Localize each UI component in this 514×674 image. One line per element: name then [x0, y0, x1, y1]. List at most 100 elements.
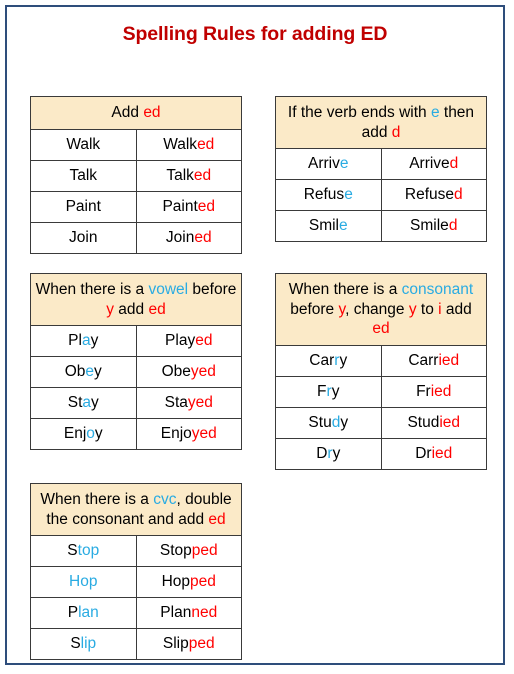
past-tense-segment: ed	[195, 332, 213, 350]
base-verb-segment: y	[94, 425, 103, 443]
table-row: Plan Planned	[30, 597, 242, 630]
base-verb-segment: Arriv	[308, 155, 340, 173]
table-header-row: Add ed	[30, 96, 242, 130]
past-tense-cell: Slipped	[135, 628, 242, 661]
base-verb-cell: Dry	[275, 437, 382, 470]
base-verb-segment: o	[86, 425, 95, 443]
base-verb-segment: e	[339, 217, 348, 235]
base-verb-segment: Car	[309, 351, 335, 369]
past-tense-segment: ped	[190, 573, 216, 591]
base-verb-segment: y	[94, 363, 102, 381]
past-tense-segment: Stud	[407, 413, 440, 431]
rule-header-text: Add ed	[30, 96, 242, 130]
rule-header-segment: ed	[143, 104, 161, 122]
base-verb-cell: Smile	[275, 210, 382, 243]
base-verb-segment: S	[70, 635, 81, 653]
rule-header-segment: cvc	[153, 491, 177, 509]
base-verb-segment: y	[339, 351, 348, 369]
past-tense-segment: Slip	[162, 635, 189, 653]
base-verb-segment: Paint	[65, 198, 101, 216]
base-verb-cell: Refuse	[275, 179, 382, 212]
past-tense-cell: Walked	[135, 128, 242, 161]
rule-table-add-ed: Add ed Walk Walked Talk Talked Paint Painted Jo…	[30, 96, 242, 254]
past-tense-segment: Carr	[408, 351, 439, 369]
table-row: Study Studied	[275, 406, 487, 439]
past-tense-segment: ped	[188, 635, 215, 653]
base-verb-cell: Paint	[30, 190, 137, 223]
rule-header-segment: add	[441, 300, 472, 318]
past-tense-segment: ied	[438, 351, 460, 369]
past-tense-segment: Hop	[161, 573, 191, 591]
past-tense-cell: Fried	[380, 375, 487, 408]
past-tense-cell: Carried	[380, 344, 487, 377]
base-verb-segment: lan	[78, 604, 99, 622]
rule-header-segment: y	[408, 300, 417, 318]
past-tense-segment: ed	[193, 167, 212, 185]
base-verb-segment: e	[85, 363, 95, 381]
base-verb-segment: Ob	[64, 363, 86, 381]
base-verb-segment: Walk	[66, 136, 101, 154]
rule-header-text: If the verb ends with e then add d	[275, 96, 487, 150]
past-tense-segment: ied	[439, 413, 461, 431]
past-tense-segment: Fr	[416, 382, 431, 400]
base-verb-segment: F	[317, 382, 327, 400]
past-tense-cell: Played	[135, 325, 242, 358]
rule-header-segment: before	[290, 300, 339, 318]
table-header-row: When there is a vowel before y add ed	[30, 273, 242, 327]
base-verb-segment: Refus	[303, 186, 345, 204]
table-row: Hop Hopped	[30, 566, 242, 599]
past-tense-cell: Smiled	[380, 210, 487, 243]
table-row: Smile Smiled	[275, 210, 487, 243]
base-verb-cell: Stay	[30, 387, 137, 420]
table-header-row: If the verb ends with e then add d	[275, 96, 487, 150]
table-row: Paint Painted	[30, 190, 242, 223]
base-verb-segment: Enj	[63, 425, 87, 443]
rule-header-segment: d	[391, 123, 401, 141]
rule-header-segment: When there is a	[40, 491, 154, 509]
base-verb-cell: Talk	[30, 159, 137, 192]
table-row: Arrive Arrived	[275, 148, 487, 181]
rule-header-segment: ed	[148, 300, 166, 318]
base-verb-segment: lip	[80, 635, 97, 653]
table-row: Carr y Carried	[275, 344, 487, 377]
base-verb-segment: Hop	[69, 573, 98, 591]
past-tense-segment: Smile	[410, 217, 449, 235]
past-tense-cell: Dried	[380, 437, 487, 470]
table-row: Stay Stayed	[30, 387, 242, 420]
table-row: Dry Dried	[275, 437, 487, 470]
past-tense-cell: Painted	[135, 190, 242, 223]
rule-header-segment: to	[416, 300, 439, 318]
rule-header-segment: e	[430, 104, 440, 122]
rule-header-segment: vowel	[148, 281, 189, 299]
base-verb-cell: Walk	[30, 128, 137, 161]
rule-table-vowel-before-y: When there is a vowel before y add ed Pla…	[30, 273, 242, 451]
rule-header-text: When there is a vowel before y add ed	[30, 273, 242, 327]
past-tense-segment: d	[454, 186, 463, 204]
past-tense-segment: ed	[197, 136, 215, 154]
rule-header-segment: , change	[345, 300, 409, 318]
past-tense-cell: Joined	[135, 221, 242, 254]
rule-header-segment: ed	[372, 320, 390, 338]
base-verb-segment: y	[332, 444, 341, 462]
table-row: Obey Obeyed	[30, 356, 242, 389]
base-verb-segment: top	[77, 542, 100, 560]
past-tense-segment: yed	[190, 363, 216, 381]
past-tense-cell: Refused	[380, 179, 487, 212]
past-tense-segment: ped	[191, 542, 218, 560]
base-verb-segment: a	[81, 332, 91, 350]
table-header-row: When there is a consonant before y, chan…	[275, 273, 487, 346]
table-header-row: When there is a cvc, double the consonan…	[30, 483, 242, 537]
past-tense-segment: Obe	[161, 363, 191, 381]
past-tense-segment: ed	[194, 229, 212, 247]
table-row: Walk Walked	[30, 128, 242, 161]
base-verb-cell: Enjoy	[30, 418, 137, 451]
past-tense-segment: Refuse	[404, 186, 454, 204]
past-tense-cell: Hopped	[135, 566, 242, 599]
base-verb-segment: Talk	[69, 167, 98, 185]
rule-table-cvc-double-consonant: When there is a cvc, double the consonan…	[30, 483, 242, 661]
past-tense-segment: yed	[191, 425, 217, 443]
past-tense-cell: Arrived	[380, 148, 487, 181]
past-tense-segment: Arrive	[409, 155, 450, 173]
past-tense-segment: Paint	[162, 198, 198, 216]
rule-header-segment: When there is a	[288, 281, 402, 299]
